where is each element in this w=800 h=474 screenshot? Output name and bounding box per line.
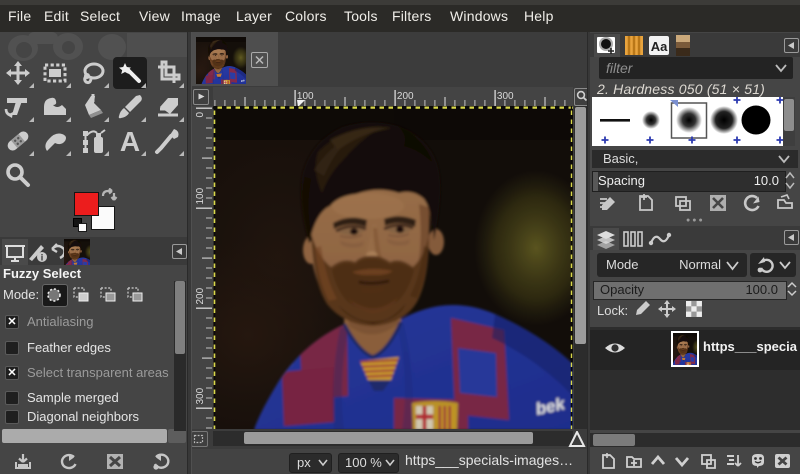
svg-text:Aa: Aa [651, 39, 668, 54]
svg-text:200: 200 [397, 91, 414, 102]
svg-text:0: 0 [195, 112, 206, 118]
svg-text:300: 300 [497, 91, 514, 102]
svg-text:200: 200 [195, 287, 206, 304]
svg-text:i: i [41, 253, 44, 263]
svg-text:A: A [120, 127, 140, 155]
svg-text:100: 100 [195, 187, 206, 204]
svg-text:300: 300 [195, 387, 206, 404]
